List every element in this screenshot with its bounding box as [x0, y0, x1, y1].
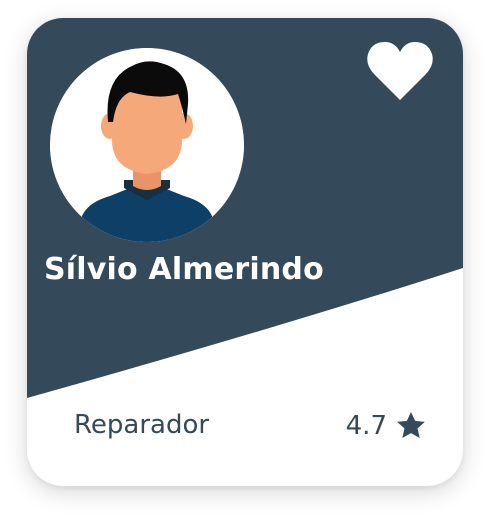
avatar: [50, 48, 244, 242]
rating: 4.7: [346, 410, 427, 442]
profile-role: Reparador: [74, 410, 210, 440]
rating-value: 4.7: [345, 411, 387, 441]
favorite-button[interactable]: [365, 40, 435, 104]
profile-name: Sílvio Almerindo: [44, 252, 324, 287]
star-icon: [395, 410, 427, 442]
profile-card[interactable]: Sílvio Almerindo Reparador 4.7: [27, 18, 463, 486]
person-avatar-icon: [50, 48, 244, 242]
heart-icon: [367, 42, 433, 100]
